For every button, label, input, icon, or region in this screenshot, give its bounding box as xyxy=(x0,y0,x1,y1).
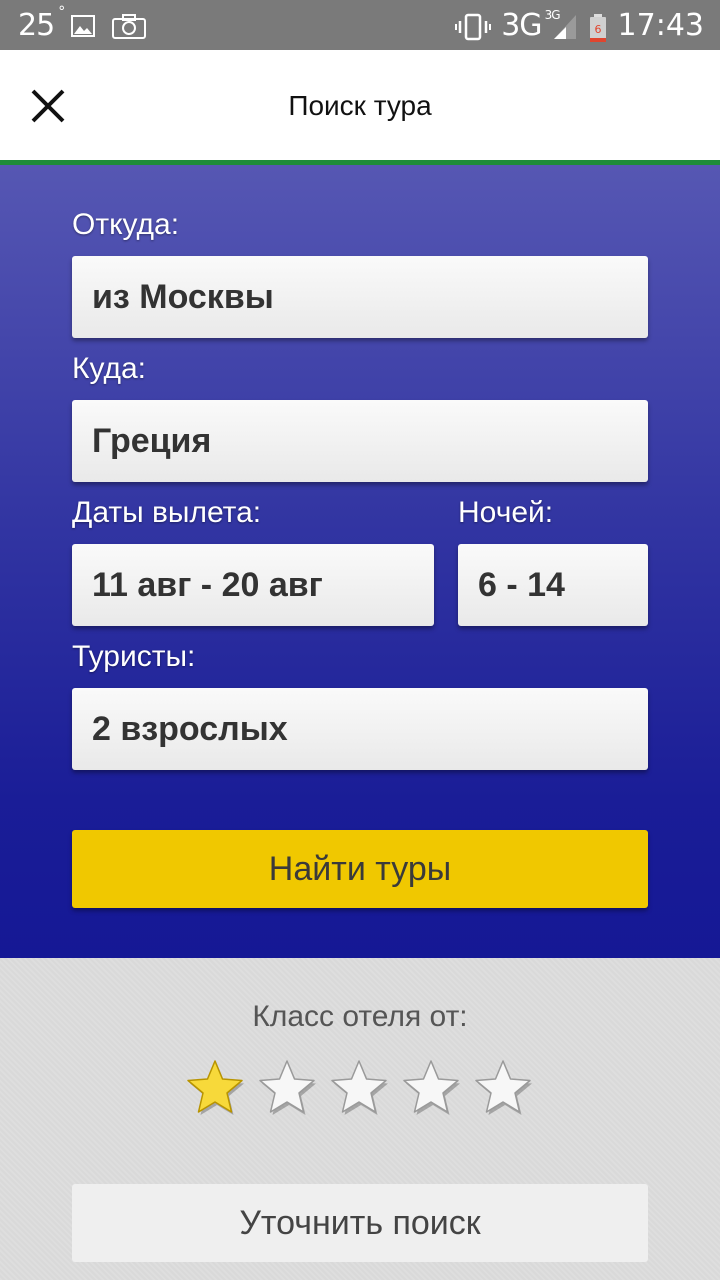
to-field[interactable]: Греция xyxy=(72,400,648,482)
refine-search-button[interactable]: Уточнить поиск xyxy=(72,1184,648,1262)
star-empty-icon[interactable] xyxy=(402,1058,460,1116)
search-form-panel: Откуда: из Москвы Куда: Греция Даты выле… xyxy=(0,165,720,958)
battery-icon: 6 xyxy=(588,13,608,42)
tourists-label: Туристы: xyxy=(72,640,196,673)
from-label: Откуда: xyxy=(72,208,180,241)
star-empty-icon[interactable] xyxy=(258,1058,316,1116)
find-tours-button[interactable]: Найти туры xyxy=(72,830,648,908)
page-title: Поиск тура xyxy=(288,90,432,121)
image-icon xyxy=(70,13,96,39)
vibrate-icon xyxy=(455,13,492,40)
svg-text:6: 6 xyxy=(594,23,601,36)
nights-field[interactable]: 6 - 14 xyxy=(458,544,648,626)
tourists-field[interactable]: 2 взрослых xyxy=(72,688,648,770)
temperature: 25 ° xyxy=(18,4,65,43)
dates-label: Даты вылета: xyxy=(72,496,262,529)
nights-label: Ночей: xyxy=(458,496,554,529)
clock: 17:43 xyxy=(617,8,704,43)
filters-section: Класс отеля от: Уточнить поиск xyxy=(0,958,720,1280)
from-field[interactable]: из Москвы xyxy=(72,256,648,338)
status-bar: 25 ° 3G 3G 6 17:43 xyxy=(0,0,720,50)
app-bar: Поиск тура xyxy=(0,50,720,160)
star-empty-icon[interactable] xyxy=(474,1058,532,1116)
dates-field[interactable]: 11 авг - 20 авг xyxy=(72,544,434,626)
star-empty-icon[interactable] xyxy=(330,1058,388,1116)
network-indicator: 3G 3G xyxy=(501,8,560,43)
hotel-class-label: Класс отеля от: xyxy=(252,1000,468,1033)
camera-icon xyxy=(112,13,147,39)
to-label: Куда: xyxy=(72,352,147,385)
hotel-class-stars xyxy=(186,1058,532,1116)
star-filled-icon[interactable] xyxy=(186,1058,244,1116)
